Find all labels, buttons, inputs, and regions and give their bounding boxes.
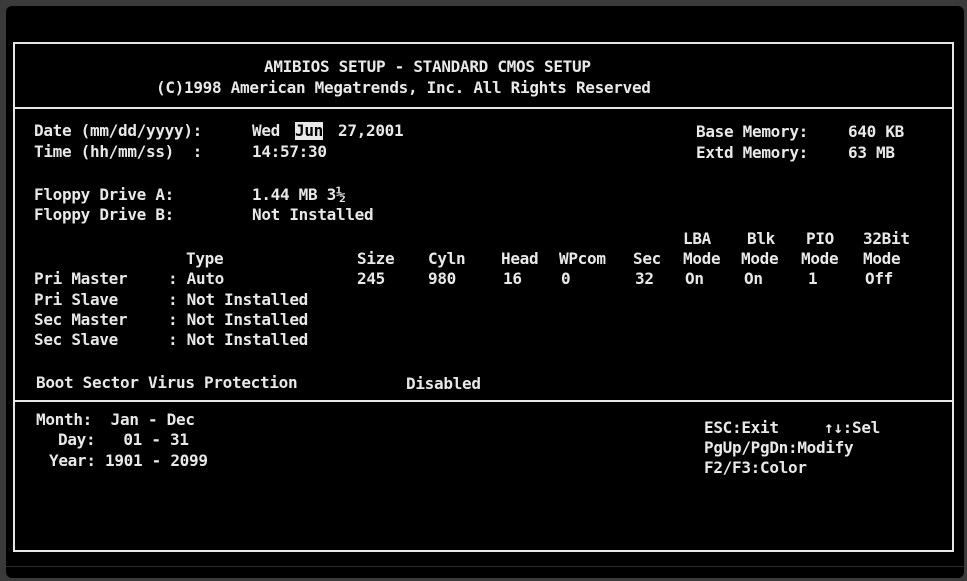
- time-label: Time (hh/mm/ss) :: [34, 142, 202, 161]
- col-header-lba: LBA: [683, 229, 711, 248]
- copyright-text: (C)1998 American Megatrends, Inc. All Ri…: [156, 78, 651, 97]
- col-header-head: Head: [501, 249, 539, 268]
- pri-master-wpcom: 0: [561, 269, 571, 288]
- pri-slave-type[interactable]: : Not Installed: [168, 291, 308, 309]
- pri-master-pio: 1: [808, 269, 818, 288]
- outer-frame: [13, 42, 954, 552]
- key-f2-f3-color: F2/F3:Color: [704, 458, 807, 477]
- col-header-blk-mode: Mode: [741, 249, 779, 268]
- key-pgup-pgdn-modify: PgUp/PgDn:Modify: [704, 438, 854, 457]
- col-header-pio-mode: Mode: [801, 249, 839, 268]
- col-header-size: Size: [357, 249, 395, 268]
- pri-slave-label: Pri Slave: [34, 290, 118, 309]
- floppy-a-label: Floppy Drive A:: [34, 185, 174, 204]
- pri-master-type[interactable]: : Auto: [168, 270, 224, 288]
- help-year-range: Year: 1901 - 2099: [49, 451, 208, 470]
- help-month-range: Month: Jan - Dec: [36, 410, 195, 429]
- sec-slave-type[interactable]: : Not Installed: [168, 331, 308, 349]
- pri-master-head: 16: [503, 269, 522, 288]
- col-header-pio: PIO: [806, 229, 834, 248]
- pri-master-sec: 32: [635, 269, 654, 288]
- virus-protection-field[interactable]: Disabled: [406, 375, 481, 393]
- sec-slave-label: Sec Slave: [34, 330, 118, 349]
- pri-master-32bit: Off: [865, 269, 893, 288]
- date-day-year[interactable]: 27,2001: [338, 122, 404, 140]
- date-weekday: Wed: [252, 121, 280, 140]
- col-header-lba-mode: Mode: [683, 249, 721, 268]
- key-select: ↑↓:Sel: [824, 418, 880, 437]
- pri-master-lba: On: [685, 269, 704, 288]
- extd-memory-value: 63 MB: [848, 143, 895, 162]
- col-header-blk: Blk: [747, 229, 775, 248]
- sec-master-type[interactable]: : Not Installed: [168, 311, 308, 329]
- col-header-sec: Sec: [633, 249, 661, 268]
- sec-master-label: Sec Master: [34, 310, 128, 329]
- time-field[interactable]: 14:57:30: [252, 143, 327, 161]
- col-header-wpcom: WPcom: [559, 249, 606, 268]
- crt-scanline: [6, 566, 964, 567]
- bios-screen: AMIBIOS SETUP - STANDARD CMOS SETUP (C)1…: [6, 6, 964, 578]
- base-memory-label: Base Memory:: [696, 122, 808, 141]
- col-header-cyln: Cyln: [428, 249, 466, 268]
- col-header-32bit-mode: Mode: [863, 249, 901, 268]
- base-memory-value: 640 KB: [848, 122, 904, 141]
- help-day-range: Day: 01 - 31: [58, 430, 189, 449]
- floppy-b-label: Floppy Drive B:: [34, 205, 174, 224]
- pri-master-size: 245: [357, 269, 385, 288]
- floppy-a-field[interactable]: 1.44 MB 3½: [252, 186, 346, 204]
- virus-protection-label: Boot Sector Virus Protection: [36, 373, 298, 392]
- page-title: AMIBIOS SETUP - STANDARD CMOS SETUP: [264, 57, 591, 76]
- key-esc-exit: ESC:Exit: [704, 418, 779, 437]
- pri-master-blk: On: [744, 269, 763, 288]
- col-header-32bit: 32Bit: [863, 229, 910, 248]
- pri-master-cyln: 980: [428, 269, 456, 288]
- floppy-b-field[interactable]: Not Installed: [252, 206, 374, 224]
- footer-divider: [13, 400, 954, 402]
- extd-memory-label: Extd Memory:: [696, 143, 808, 162]
- pri-master-label: Pri Master: [34, 269, 128, 288]
- date-label: Date (mm/dd/yyyy):: [34, 121, 202, 140]
- date-month-field[interactable]: Jun: [295, 122, 323, 140]
- col-header-type: Type: [186, 249, 224, 268]
- header-divider: [13, 107, 954, 109]
